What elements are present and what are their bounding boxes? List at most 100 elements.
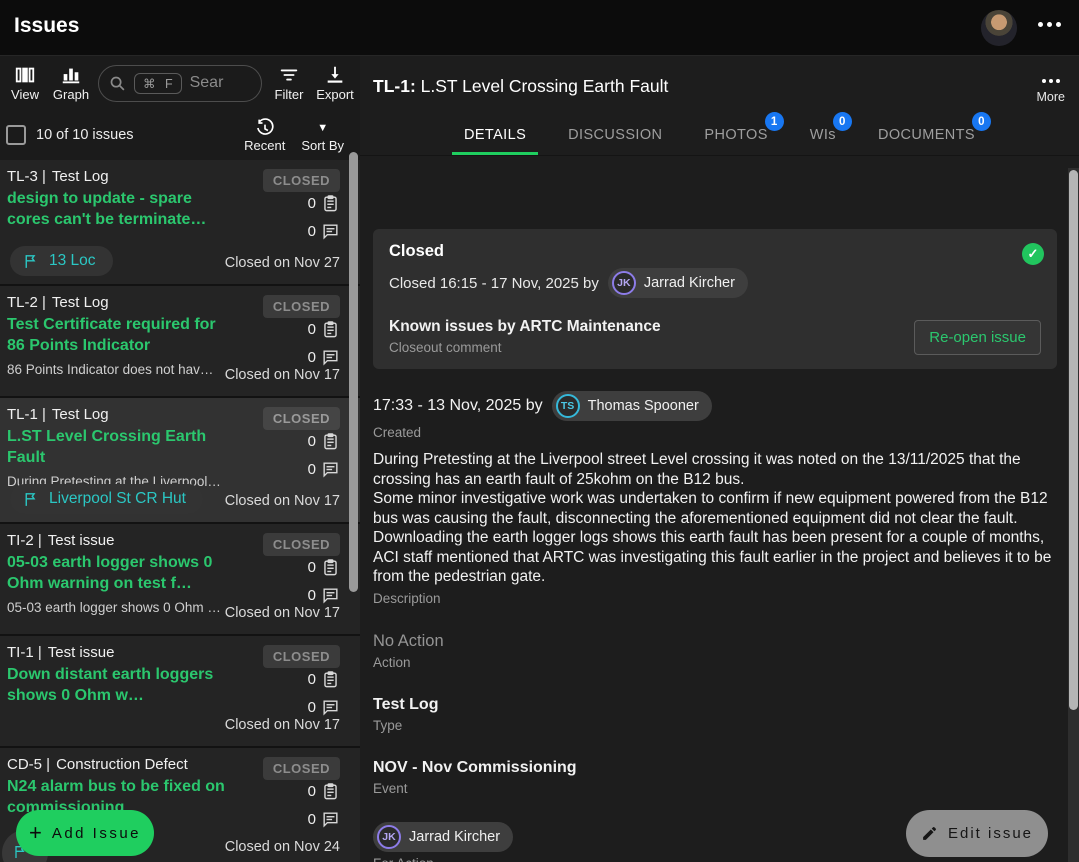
issue-title: L.ST Level Crossing Earth Fault (7, 426, 225, 468)
action-label: Action (373, 655, 1057, 670)
status-title: Closed (389, 242, 1041, 261)
more-label: More (1037, 90, 1065, 104)
issue-type: Test Log (52, 294, 109, 311)
issue-row-ti2[interactable]: TI-2 |Test issue 05-03 earth logger show… (0, 524, 360, 636)
type-field: Test Log Type (373, 696, 1057, 733)
comment-count: 0 (308, 461, 316, 478)
clipboard-icon (321, 194, 340, 213)
issue-detail-title: TL-1: L.ST Level Crossing Earth Fault (373, 76, 1019, 97)
comment-icon (321, 222, 340, 241)
history-icon (255, 118, 275, 138)
main-scrollbar-thumb[interactable] (1069, 170, 1078, 710)
overflow-menu-icon[interactable] (1038, 22, 1061, 27)
chevron-down-icon: ▼ (317, 118, 328, 138)
closeout-comment-value: Known issues by ARTC Maintenance (389, 318, 661, 336)
event-label: Event (373, 781, 1057, 796)
comment-count: 0 (308, 349, 316, 366)
tab-discussion[interactable]: DISCUSSION (566, 123, 664, 155)
issue-list: TL-3 | Test Log design to update - spare … (0, 160, 360, 862)
issue-row-tl1-selected[interactable]: TL-1 |Test Log L.ST Level Crossing Earth… (0, 398, 360, 524)
issue-count: 10 of 10 issues (36, 127, 234, 143)
issue-type: Test issue (48, 532, 115, 549)
status-badge: CLOSED (263, 407, 340, 430)
created-field: 17:33 - 13 Nov, 2025 by TS Thomas Spoone… (373, 391, 1057, 440)
description-field: During Pretesting at the Liverpool stree… (373, 450, 1057, 606)
for-action-name: Jarrad Kircher (409, 829, 500, 845)
type-value: Test Log (373, 696, 1057, 714)
issue-row-ti1[interactable]: TI-1 |Test issue Down distant earth logg… (0, 636, 360, 748)
comment-count: 0 (308, 223, 316, 240)
tab-details[interactable]: DETAILS (462, 123, 528, 155)
created-datetime: 17:33 - 13 Nov, 2025 by (373, 397, 543, 415)
view-label: View (11, 87, 39, 102)
location-chip[interactable]: Liverpool St CR Hut (10, 484, 203, 514)
issue-code: TI-2 | (7, 532, 42, 549)
description-value: During Pretesting at the Liverpool stree… (373, 450, 1053, 587)
comment-count: 0 (308, 699, 316, 716)
location-chip[interactable]: 13 Loc (10, 246, 113, 276)
more-button[interactable]: More (1037, 74, 1065, 104)
issue-detail-panel: TL-1: L.ST Level Crossing Earth Fault Mo… (360, 56, 1079, 862)
created-label: Created (373, 425, 1057, 440)
closed-by-name: Jarrad Kircher (644, 275, 735, 291)
clipboard-icon (321, 320, 340, 339)
clipboard-icon (321, 670, 340, 689)
issue-type: Test Log (52, 406, 109, 423)
search-input[interactable] (190, 74, 248, 92)
add-issue-label: Add Issue (52, 825, 141, 842)
task-count: 0 (308, 783, 316, 800)
clipboard-icon (321, 558, 340, 577)
created-by-chip[interactable]: TS Thomas Spooner (552, 391, 712, 421)
view-button[interactable]: View (6, 64, 44, 102)
task-count: 0 (308, 671, 316, 688)
closed-date: Closed on Nov 17 (225, 717, 340, 733)
recent-label: Recent (244, 138, 285, 153)
location-chip-label: Liverpool St CR Hut (49, 490, 186, 508)
closed-status-card: Closed Closed 16:15 - 17 Nov, 2025 by JK… (373, 229, 1057, 369)
tab-documents[interactable]: DOCUMENTS0 (876, 123, 977, 155)
location-chip-label: 13 Loc (49, 252, 96, 270)
graph-label: Graph (53, 87, 89, 102)
export-label: Export (316, 87, 354, 102)
search-box[interactable]: ⌘ F (98, 65, 262, 102)
select-all-checkbox[interactable] (6, 125, 26, 145)
issue-title: design to update - spare cores can't be … (7, 188, 225, 230)
issue-code: TI-1 | (7, 644, 42, 661)
type-label: Type (373, 718, 1057, 733)
comment-icon (321, 586, 340, 605)
user-avatar[interactable] (981, 10, 1017, 46)
issue-row-tl3[interactable]: TL-3 |Test Log design to update - spare … (0, 160, 360, 286)
tab-photos[interactable]: PHOTOS1 (702, 123, 769, 155)
recent-sort-button[interactable]: Recent (244, 118, 285, 153)
graph-button[interactable]: Graph (52, 64, 90, 102)
avatar-initials: JK (377, 825, 401, 849)
status-badge: CLOSED (263, 645, 340, 668)
event-value: NOV - Nov Commissioning (373, 759, 1057, 777)
download-icon (324, 64, 346, 86)
filter-button[interactable]: Filter (270, 64, 308, 102)
reopen-issue-button[interactable]: Re-open issue (914, 320, 1041, 355)
issue-code: TL-3 | (7, 168, 46, 185)
detail-tabs: DETAILS DISCUSSION PHOTOS1 WIs0 DOCUMENT… (360, 123, 1079, 156)
add-issue-button[interactable]: + Add Issue (16, 810, 154, 856)
edit-issue-button[interactable]: Edit issue (906, 810, 1048, 857)
export-button[interactable]: Export (316, 64, 354, 102)
avatar-initials: JK (612, 271, 636, 295)
status-badge: CLOSED (263, 169, 340, 192)
topbar: Issues (0, 0, 1079, 56)
closed-date: Closed on Nov 17 (225, 493, 340, 509)
issue-row-tl2[interactable]: TL-2 |Test Log Test Certificate required… (0, 286, 360, 398)
sidebar-scrollbar[interactable] (349, 152, 358, 592)
closed-by-chip[interactable]: JK Jarrad Kircher (608, 268, 748, 298)
shortcut-chip: ⌘ F (134, 73, 182, 94)
for-action-chip[interactable]: JK Jarrad Kircher (373, 822, 513, 852)
description-label: Description (373, 591, 1057, 606)
comment-icon (321, 698, 340, 717)
tab-wis[interactable]: WIs0 (808, 123, 838, 155)
issue-list-sidebar: View Graph ⌘ F Filter (0, 56, 360, 862)
closed-date: Closed on Nov 17 (225, 367, 340, 383)
flag-icon (22, 253, 39, 270)
view-columns-icon (14, 64, 36, 86)
sort-by-button[interactable]: ▼ Sort By (301, 118, 344, 153)
closed-date: Closed on Nov 27 (225, 255, 340, 271)
